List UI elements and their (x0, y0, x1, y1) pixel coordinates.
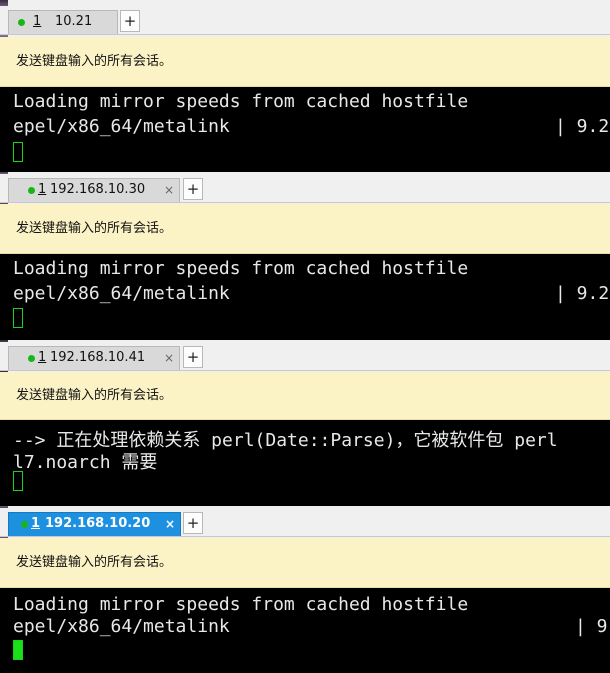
tab-bar: 1 192.168.10.41 × + (0, 342, 610, 371)
terminal-output[interactable]: Loading mirror speeds from cached hostfi… (0, 588, 610, 673)
session-tab-active[interactable]: 1 192.168.10.20 × (8, 512, 181, 536)
tab-host: 192.168.10.30 (50, 182, 146, 197)
session-pane: 1 192.168.10.30 × + 发送键盘输入的所有会话。 Loading… (0, 172, 610, 340)
terminal-line: Loading mirror speeds from cached hostfi… (13, 258, 469, 279)
tab-index: 1 (38, 350, 47, 365)
new-tab-button[interactable]: + (183, 346, 203, 368)
tab-index: 1 (33, 14, 42, 29)
close-tab-icon[interactable]: × (165, 513, 175, 535)
status-dot-icon (21, 521, 28, 528)
session-tab[interactable]: 1 192.168.10.41 × (8, 346, 180, 370)
terminal-output[interactable]: --> 正在处理依赖关系 perl(Date::Parse)，它被软件包 per… (0, 420, 610, 506)
broadcast-banner: 发送键盘输入的所有会话。 (0, 538, 610, 588)
terminal-cursor (13, 308, 23, 328)
terminal-progress: | 9.2 (555, 283, 610, 304)
tab-index: 1 (38, 182, 47, 197)
broadcast-banner: 发送键盘输入的所有会话。 (0, 37, 610, 87)
terminal-line: Loading mirror speeds from cached hostfi… (13, 594, 469, 615)
broadcast-banner: 发送键盘输入的所有会话。 (0, 372, 610, 420)
session-tab[interactable]: 1 192.168.10.30 × (8, 178, 180, 202)
terminal-progress: | 9 (575, 616, 608, 637)
close-tab-icon[interactable]: × (164, 347, 174, 369)
terminal-cursor (13, 640, 23, 660)
tab-host: 192.168.10.20 (45, 516, 151, 531)
tab-index: 1 (31, 516, 41, 531)
terminal-cursor (13, 471, 23, 491)
terminal-line: Loading mirror speeds from cached hostfi… (13, 91, 469, 112)
tab-bar: 1 10.21 + (0, 6, 610, 35)
new-tab-button[interactable]: + (183, 512, 203, 534)
tab-host: 192.168.10.41 (50, 350, 146, 365)
tab-bar: 1 192.168.10.20 × + (0, 508, 610, 537)
tab-host: 10.21 (55, 14, 93, 29)
session-pane: 1 192.168.10.20 × + 发送键盘输入的所有会话。 Loading… (0, 506, 610, 673)
terminal-output[interactable]: Loading mirror speeds from cached hostfi… (0, 87, 610, 172)
terminal-line: epel/x86_64/metalink (13, 616, 230, 637)
terminal-cursor (13, 142, 23, 162)
session-pane: 1 10.21 + 发送键盘输入的所有会话。 Loading mirror sp… (0, 0, 610, 172)
close-tab-icon[interactable]: × (164, 179, 174, 201)
terminal-line: epel/x86_64/metalink (13, 283, 230, 304)
banner-text: 发送键盘输入的所有会话。 (16, 221, 173, 236)
status-dot-icon (18, 19, 25, 26)
terminal-line: l7.noarch 需要 (13, 452, 158, 473)
session-tab[interactable]: 1 10.21 (8, 10, 118, 34)
new-tab-button[interactable]: + (120, 10, 140, 32)
banner-text: 发送键盘输入的所有会话。 (16, 388, 173, 403)
session-pane: 1 192.168.10.41 × + 发送键盘输入的所有会话。 --> 正在处… (0, 340, 610, 506)
banner-text: 发送键盘输入的所有会话。 (16, 54, 173, 69)
terminal-line: epel/x86_64/metalink (13, 116, 230, 137)
terminal-progress: | 9.2 (555, 116, 610, 137)
broadcast-banner: 发送键盘输入的所有会话。 (0, 204, 610, 254)
status-dot-icon (28, 187, 35, 194)
tab-bar: 1 192.168.10.30 × + (0, 174, 610, 203)
status-dot-icon (28, 355, 35, 362)
banner-text: 发送键盘输入的所有会话。 (16, 555, 173, 570)
new-tab-button[interactable]: + (183, 178, 203, 200)
terminal-output[interactable]: Loading mirror speeds from cached hostfi… (0, 254, 610, 340)
